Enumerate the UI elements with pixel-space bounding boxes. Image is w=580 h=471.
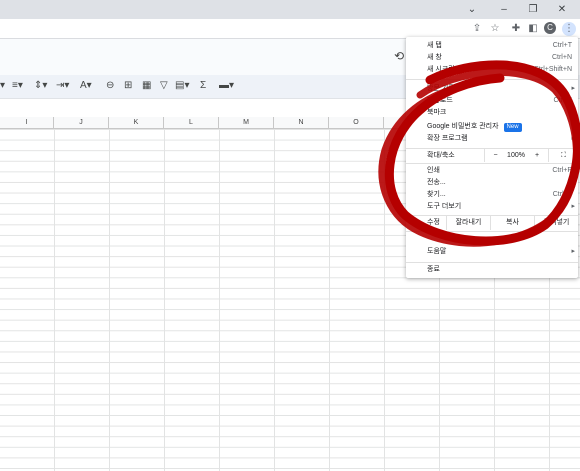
close-button[interactable]: ✕	[552, 2, 572, 17]
toolbar-dropdown-icon[interactable]: ▾	[0, 79, 5, 93]
menu-item-print[interactable]: 인쇄 Ctrl+P	[406, 165, 578, 177]
submenu-arrow-icon: ▸	[571, 85, 575, 92]
menu-item-exit[interactable]: 종료	[406, 264, 578, 276]
paste-button[interactable]: 붙여넣기	[534, 216, 578, 230]
menu-label: 전송...	[427, 179, 446, 186]
menu-label: 도움말	[427, 248, 447, 255]
menu-item-more-tools[interactable]: 도구 더보기 ▸	[406, 201, 578, 213]
text-rotation-icon[interactable]: A▾	[80, 79, 92, 93]
menu-separator	[406, 163, 578, 164]
restore-button[interactable]: ❐	[523, 2, 543, 17]
column-header[interactable]: K	[109, 117, 164, 128]
menu-item-cast[interactable]: 전송...	[406, 177, 578, 189]
chrome-main-menu: 새 탭 Ctrl+T 새 창 Ctrl+N 새 시크릿 창 Ctrl+Shift…	[406, 37, 578, 278]
menu-label: 새 창	[427, 54, 442, 61]
submenu-arrow-icon: ▸	[571, 203, 575, 210]
column-header[interactable]: L	[164, 117, 219, 128]
menu-label: 도구 더보기	[427, 203, 462, 210]
menu-item-extensions[interactable]: 확장 프로그램 ▸	[406, 133, 578, 145]
browser-toolbar: ⇪ ☆ ✚ ◧ ⋮	[0, 19, 580, 39]
filter-views-icon[interactable]: ▤▾	[175, 79, 189, 93]
column-header[interactable]: I	[0, 117, 54, 128]
menu-shortcut: Ctrl+J	[553, 97, 572, 104]
menu-label: 다운로드	[427, 97, 453, 104]
kebab-menu-icon[interactable]: ⋮	[562, 22, 576, 36]
menu-label: 종료	[427, 266, 440, 273]
menu-label: 방문 기록	[427, 85, 455, 92]
menu-item-bookmarks[interactable]: 북마크 ▸	[406, 107, 578, 119]
menu-shortcut: Ctrl+T	[552, 42, 572, 49]
menu-shortcut: Ctrl+F	[552, 191, 572, 198]
menu-shortcut: Ctrl+Shift+N	[533, 66, 572, 73]
horizontal-align-icon[interactable]: ≡▾	[12, 79, 23, 93]
vertical-align-icon[interactable]: ⇕▾	[34, 79, 47, 93]
menu-label: Google 비밀번호 관리자 New	[427, 121, 522, 133]
menu-item-history[interactable]: 방문 기록 ▸	[406, 83, 578, 95]
bookmark-star-icon[interactable]: ☆	[488, 22, 502, 36]
submenu-arrow-icon: ▸	[571, 109, 575, 116]
extensions-puzzle-icon[interactable]: ✚	[509, 22, 523, 36]
menu-label: 새 탭	[427, 42, 442, 49]
menu-item-new-window[interactable]: 새 창 Ctrl+N	[406, 52, 578, 64]
cut-button[interactable]: 잘라내기	[446, 216, 490, 230]
menu-item-incognito[interactable]: 새 시크릿 창 Ctrl+Shift+N	[406, 64, 578, 76]
menu-label: 새 시크릿 창	[427, 66, 464, 73]
insert-chart-icon[interactable]: ▦	[142, 79, 151, 93]
menu-label: 인쇄	[427, 167, 440, 174]
column-header[interactable]: O	[329, 117, 384, 128]
menu-item-password-manager[interactable]: Google 비밀번호 관리자 New	[406, 121, 578, 133]
menu-item-downloads[interactable]: 다운로드 Ctrl+J	[406, 95, 578, 107]
menu-label: 수정	[427, 219, 440, 226]
menu-shortcut: Ctrl+P	[552, 167, 572, 174]
submenu-arrow-icon: ▸	[571, 248, 575, 255]
zoom-out-button[interactable]: −	[484, 149, 506, 162]
menu-item-zoom: 확대/축소 − 100% + ⛶	[406, 149, 578, 162]
menu-separator	[406, 262, 578, 263]
side-panel-icon[interactable]: ◧	[526, 22, 540, 36]
menu-item-new-tab[interactable]: 새 탭 Ctrl+T	[406, 40, 578, 52]
menu-separator	[406, 79, 578, 80]
insert-comment-icon[interactable]: ⊞	[124, 79, 132, 93]
functions-sigma-icon[interactable]: Σ	[200, 79, 206, 93]
menu-separator	[406, 231, 578, 232]
menu-item-help[interactable]: 도움말 ▸	[406, 246, 578, 258]
share-icon[interactable]: ⇪	[470, 22, 484, 36]
column-header[interactable]: J	[54, 117, 109, 128]
history-icon[interactable]: ⟲	[394, 49, 404, 63]
submenu-arrow-icon: ▸	[571, 135, 575, 142]
input-tools-icon[interactable]: ▬▾	[219, 79, 234, 93]
fullscreen-icon[interactable]: ⛶	[548, 149, 578, 162]
menu-item-find[interactable]: 찾기... Ctrl+F	[406, 189, 578, 201]
tab-search-icon[interactable]: ⌄	[462, 2, 482, 17]
insert-link-icon[interactable]: ⊖	[106, 79, 114, 93]
menu-label: 찾기...	[427, 191, 446, 198]
menu-label: 확대/축소	[427, 152, 455, 159]
password-manager-label: Google 비밀번호 관리자	[427, 123, 499, 130]
column-header[interactable]: M	[219, 117, 274, 128]
menu-shortcut: Ctrl+N	[551, 54, 572, 61]
filter-icon[interactable]: ▽	[160, 79, 168, 93]
profile-avatar[interactable]: C	[544, 22, 556, 34]
menu-item-edit: 수정 잘라내기 복사 붙여넣기	[406, 216, 578, 230]
new-badge: New	[503, 123, 522, 132]
copy-button[interactable]: 복사	[490, 216, 534, 230]
menu-label: 확장 프로그램	[427, 135, 468, 142]
menu-label: 북마크	[427, 109, 447, 116]
zoom-in-button[interactable]: +	[526, 149, 548, 162]
zoom-level: 100%	[507, 152, 525, 159]
column-header[interactable]: N	[274, 117, 329, 128]
minimize-button[interactable]: –	[494, 2, 514, 17]
text-wrap-icon[interactable]: ⇥▾	[56, 79, 69, 93]
window-title-bar: ⌄ – ❐ ✕	[0, 0, 580, 19]
